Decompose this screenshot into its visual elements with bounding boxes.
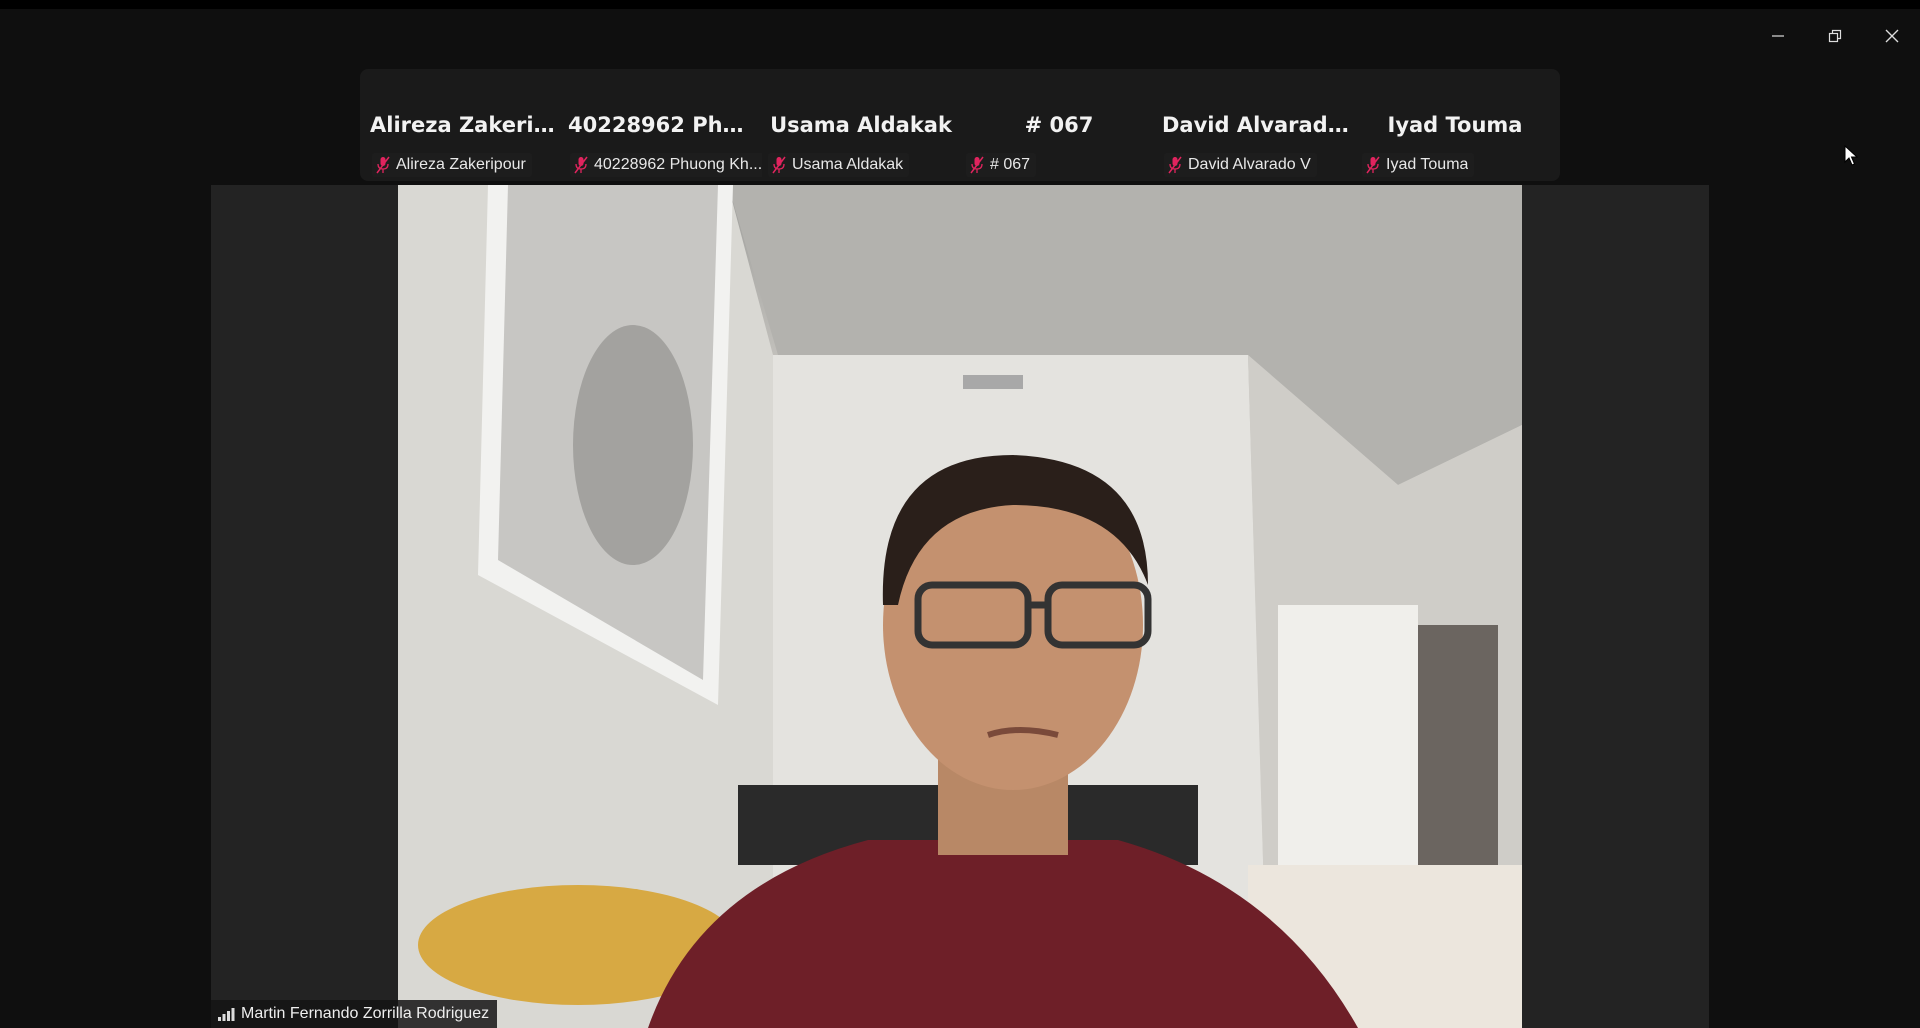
participant-display-name: # 067 <box>1024 113 1094 137</box>
close-button[interactable] <box>1863 16 1920 56</box>
participant-label: Usama Aldakak <box>768 153 910 177</box>
participant-label: 40228962 Phuong Kh... <box>570 153 762 177</box>
restore-icon <box>1828 29 1841 43</box>
participant-tile[interactable]: Iyad Touma Iyad Touma <box>1356 69 1554 181</box>
participant-label: Iyad Touma <box>1362 153 1475 177</box>
participant-label-text: 40228962 Phuong Kh... <box>594 156 762 173</box>
participant-label-text: Alireza Zakeripour <box>396 156 526 173</box>
participant-tile[interactable]: # 067 # 067 <box>960 69 1158 181</box>
video-frame-illustration <box>398 185 1522 1028</box>
muted-mic-icon <box>574 156 588 174</box>
participant-label: David Alvarado V <box>1164 153 1317 177</box>
minimize-icon <box>1771 35 1784 37</box>
close-icon <box>1885 29 1898 43</box>
active-speaker-video <box>398 185 1522 1028</box>
participant-label-text: Iyad Touma <box>1386 156 1469 173</box>
muted-mic-icon <box>376 156 390 174</box>
mouse-cursor-icon <box>1844 145 1858 166</box>
participant-tile[interactable]: David Alvarado V David Alvarado V <box>1158 69 1356 181</box>
muted-mic-icon <box>772 156 786 174</box>
participant-tile[interactable]: Usama Aldakak Usama Aldakak <box>762 69 960 181</box>
muted-mic-icon <box>970 156 984 174</box>
participant-label-text: David Alvarado V <box>1188 156 1311 173</box>
minimize-button[interactable] <box>1749 16 1806 56</box>
participant-display-name: Iyad Touma <box>1387 113 1523 137</box>
window-controls <box>1749 16 1920 56</box>
participant-label-text: Usama Aldakak <box>792 156 904 173</box>
participant-strip: Alireza Zakerip... Alireza Zakeripour 40… <box>360 69 1560 181</box>
participant-tile[interactable]: Alireza Zakerip... Alireza Zakeripour <box>366 69 564 181</box>
top-border <box>0 0 1920 9</box>
participant-display-name: 40228962 Phuo... <box>568 113 762 137</box>
muted-mic-icon <box>1366 156 1380 174</box>
participant-display-name: David Alvarado V <box>1162 113 1356 137</box>
participant-display-name: Usama Aldakak <box>770 113 952 137</box>
muted-mic-icon <box>1168 156 1182 174</box>
participant-label: Alireza Zakeripour <box>372 153 532 177</box>
signal-bars-icon <box>218 1008 235 1021</box>
participant-label-text: # 067 <box>990 156 1031 173</box>
participant-display-name: Alireza Zakerip... <box>370 113 564 137</box>
participant-label: # 067 <box>966 153 1037 177</box>
active-speaker-name: Martin Fernando Zorrilla Rodriguez <box>241 1005 490 1022</box>
restore-button[interactable] <box>1806 16 1863 56</box>
participant-tile[interactable]: 40228962 Phuo... 40228962 Phuong Kh... <box>564 69 762 181</box>
active-speaker-stage[interactable]: Martin Fernando Zorrilla Rodriguez <box>211 185 1709 1028</box>
active-speaker-label: Martin Fernando Zorrilla Rodriguez <box>211 1000 498 1028</box>
